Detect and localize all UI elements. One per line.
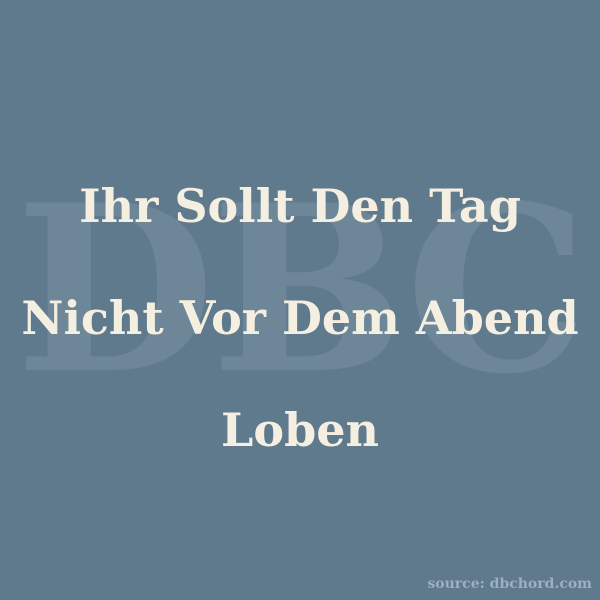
quote-line-2: Nicht Vor Dem Abend	[21, 291, 579, 345]
quote-card: DBC Ihr Sollt Den Tag Nicht Vor Dem Aben…	[0, 0, 600, 600]
quote-line-1: Ihr Sollt Den Tag	[79, 179, 521, 233]
quote-line-3: Loben	[221, 403, 379, 457]
source-credit: source: dbchord.com	[427, 576, 592, 592]
quote-text: Ihr Sollt Den Tag Nicht Vor Dem Abend Lo…	[20, 150, 580, 486]
